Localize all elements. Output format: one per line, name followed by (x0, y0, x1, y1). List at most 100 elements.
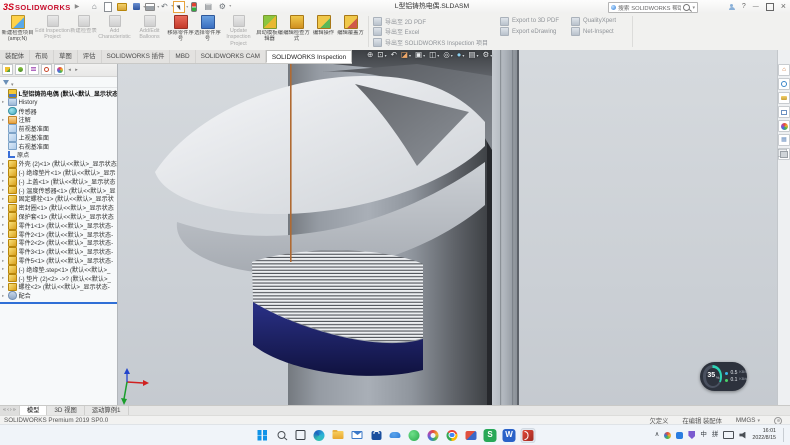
minimize-button[interactable] (753, 3, 759, 10)
tray-colorful-app-icon[interactable] (664, 432, 671, 439)
rebuild-icon[interactable] (189, 2, 199, 12)
tree-item[interactable]: ▸ 零件1<1> (默认<<默认>_显示状态- (0, 221, 117, 230)
file-explorer-icon[interactable] (331, 428, 346, 443)
chrome-icon[interactable] (445, 428, 460, 443)
view-palette-icon[interactable] (778, 106, 790, 118)
tree-item[interactable]: 原点 (0, 151, 117, 160)
3d-content-globe-icon[interactable] (778, 78, 790, 90)
clock[interactable]: 16:01 2022/8/15 (752, 428, 776, 441)
tree-item[interactable]: ▸ 保护套<1> (默认<<默认>_显示状态 (0, 212, 117, 221)
search-taskbar-icon[interactable] (274, 428, 289, 443)
tree-item[interactable]: 上视基准面 (0, 133, 117, 142)
edit-inspection-project-button[interactable]: Edit Inspection Project (35, 13, 70, 50)
apply-scene-icon[interactable]: ▤ (468, 51, 479, 59)
view-orientation-icon[interactable]: ▣ (415, 51, 426, 59)
solidworks-taskbar-icon[interactable] (521, 428, 536, 443)
edit-inspection-method-button[interactable]: 编辑检查方式 (283, 13, 310, 50)
ime-language-indicator[interactable]: 中 (700, 432, 707, 439)
zoom-fit-icon[interactable]: ⊕ (367, 51, 374, 59)
display-tray-icon[interactable] (723, 431, 734, 439)
new-document-icon[interactable] (103, 2, 113, 12)
custom-properties-icon[interactable]: ▦ (778, 134, 790, 146)
ime-mode-indicator[interactable]: 拼 (712, 432, 719, 439)
show-desktop-button[interactable] (783, 428, 786, 442)
tree-splitter-bar[interactable] (0, 302, 117, 304)
tray-blue-app-icon[interactable] (676, 432, 683, 439)
model-render[interactable] (117, 50, 777, 405)
design-library-icon[interactable] (778, 92, 790, 104)
dimxpertmanager-tab-icon[interactable] (41, 64, 52, 75)
qualityxpert-button[interactable]: QualityXpert (571, 16, 616, 27)
tree-item[interactable]: ▸ (-) 上盖<1> (默认<<默认>_显示状态 (0, 177, 117, 186)
browser-ring-icon[interactable] (426, 428, 441, 443)
tree-item[interactable]: ▸ (-) 垫片 (2)<2> ->? (默认<<默认>_ (0, 274, 117, 283)
tab-first-icon[interactable]: « (3, 408, 6, 414)
tree-item[interactable]: ▸ 配合 (0, 291, 117, 300)
file-properties-icon[interactable]: ▤ (203, 2, 213, 12)
display-style-icon[interactable]: ◫ (429, 51, 440, 59)
displaymanager-tab-icon[interactable] (54, 64, 65, 75)
tab-mbd[interactable]: MBD (170, 50, 195, 63)
volume-tray-icon[interactable] (739, 432, 747, 439)
tree-item[interactable]: ▸ 固定螺栓<1> (默认<<默认>_显示状 (0, 195, 117, 204)
hide-show-items-icon[interactable]: ◎ (443, 51, 454, 59)
new-inspection-sheet-button[interactable]: 新建检查表 (70, 13, 97, 50)
export-excel-button[interactable]: 导出至 Excel (373, 27, 488, 38)
add-edit-balloons-button[interactable]: Add/Edit Balloons (132, 13, 167, 50)
tree-item[interactable]: ▸ 零件5<1> (默认<<默认>_显示状态- (0, 256, 117, 265)
tree-item[interactable]: ▸ (-) 绝缘垫.step<1> (默认<<默认>_ (0, 265, 117, 274)
edit-operation-button[interactable]: 编辑操作 (310, 13, 337, 50)
mail-icon[interactable] (350, 428, 365, 443)
options-icon[interactable]: ⚙ (217, 2, 227, 12)
tab-sketch[interactable]: 草图 (54, 50, 78, 63)
net-inspect-button[interactable]: Net-Inspect (571, 27, 616, 38)
tree-item[interactable]: ▸ 零件2<1> (默认<<默认>_显示状态- (0, 230, 117, 239)
resources-home-icon[interactable]: ⌂ (778, 64, 790, 76)
tab-layout[interactable]: 布局 (30, 50, 54, 63)
store-icon[interactable] (369, 428, 384, 443)
units-selector[interactable]: MMGS (736, 417, 760, 424)
tree-item[interactable]: ▸ History (0, 98, 117, 107)
tab-solidworks-addins[interactable]: SOLIDWORKS 插件 (102, 50, 171, 63)
tree-item[interactable]: ▸ 注解 (0, 115, 117, 124)
configurationmanager-tab-icon[interactable] (28, 64, 39, 75)
tree-item[interactable]: ▸ 零件3<1> (默认<<默认>_显示状态- (0, 247, 117, 256)
graphics-area[interactable]: ⊕⊡↶◪▣◫◎●▤⚙ 35 % 0.5 KB/s 0.1 KB/s (117, 50, 777, 405)
tab-solidworks-cam[interactable]: SOLIDWORKS CAM (196, 50, 266, 63)
search-icon[interactable] (683, 4, 690, 11)
featuremanager-tree-tab-icon[interactable] (2, 64, 13, 75)
view-settings-icon[interactable]: ⚙ (482, 51, 493, 59)
select-icon[interactable] (173, 1, 185, 13)
tab-next-icon[interactable]: › (10, 408, 12, 414)
edge-browser-icon[interactable] (312, 428, 327, 443)
export-3d-pdf-button[interactable]: Export to 3D PDF (500, 16, 559, 27)
tree-item[interactable]: ▸ 外壳 (2)<1> (默认<<默认>_显示状态 (0, 159, 117, 168)
tree-item[interactable]: ▸ 零件2<2> (默认<<默认>_显示状态- (0, 239, 117, 248)
undo-icon[interactable]: ↶ (159, 2, 169, 12)
help-button[interactable]: ? (742, 3, 746, 10)
section-view-icon[interactable]: ◪ (401, 51, 412, 59)
tree-item[interactable]: ▸ (-) 绝缘垫片<1> (默认<<默认>_显示 (0, 168, 117, 177)
start-button[interactable] (255, 428, 270, 443)
previous-view-icon[interactable]: ↶ (391, 51, 398, 59)
net-speed-widget[interactable]: 35 % 0.5 KB/s 0.1 KB/s (700, 362, 747, 391)
save-icon[interactable] (131, 2, 141, 12)
update-inspection-project-button[interactable]: Update Inspection Project (221, 13, 256, 50)
task-view-icon[interactable] (293, 428, 308, 443)
app-w-icon[interactable]: W (503, 429, 516, 442)
green-app-icon[interactable] (407, 428, 422, 443)
restore-button[interactable] (766, 3, 774, 11)
menu-expand-arrow[interactable]: ▶ (75, 3, 80, 10)
close-button[interactable] (781, 2, 786, 11)
tree-item[interactable]: ▸ 螺栓<2> (默认<<默认>_显示状态- (0, 283, 117, 292)
cloud-drive-icon[interactable] (388, 428, 403, 443)
tree-item[interactable]: ▸ (-) 温度传感器<1> (默认<<默认>_显 (0, 186, 117, 195)
tab-assembly[interactable]: 装配体 (0, 50, 30, 63)
tray-shield-icon[interactable] (688, 431, 695, 439)
edit-override-button[interactable]: 编辑覆盖方 (337, 13, 364, 50)
export-2d-pdf-button[interactable]: 导出至 2D PDF (373, 16, 488, 27)
tree-item[interactable]: 右视基准面 (0, 142, 117, 151)
tree-item[interactable]: 传感器 (0, 107, 117, 116)
tab-prev-icon[interactable]: ‹ (7, 408, 9, 414)
home-icon[interactable]: ⌂ (89, 2, 99, 12)
